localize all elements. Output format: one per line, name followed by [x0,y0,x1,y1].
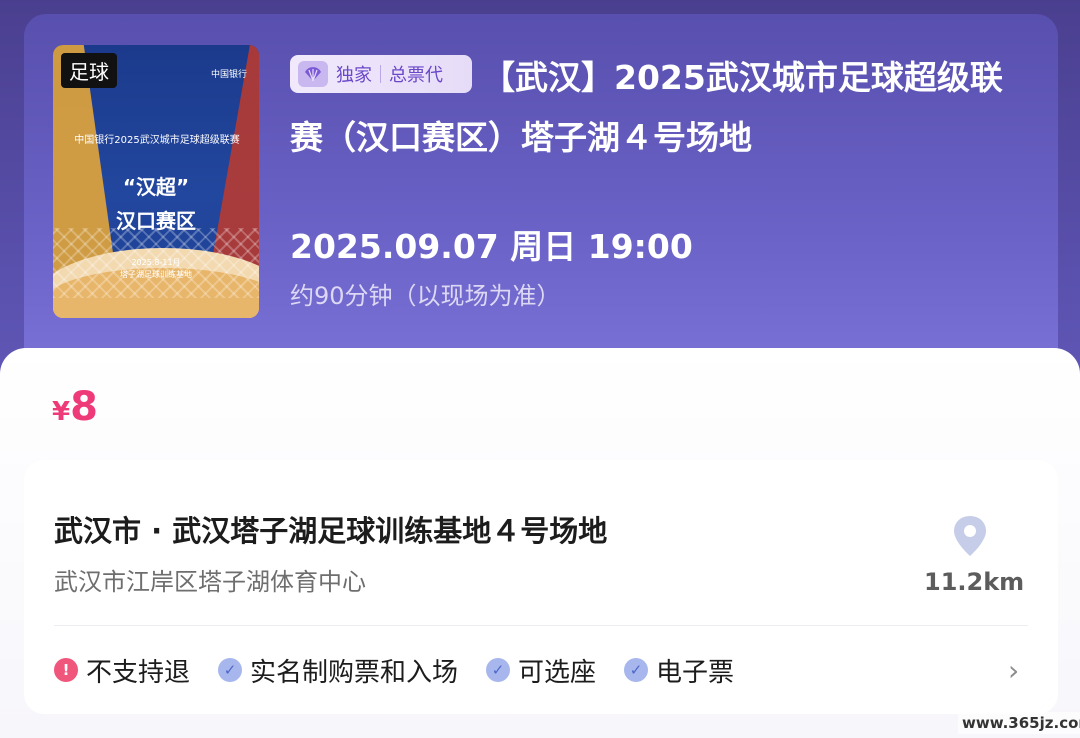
badge-agent-label: 总票代 [389,65,443,86]
venue-distance: 11.2km [924,568,1025,596]
currency-symbol: ¥ [52,397,71,427]
category-tag: 足球 [61,53,117,88]
exclusive-badge: 独家 总票代 [290,55,472,93]
tag-seat-selection: ✓ 可选座 [486,652,596,689]
bank-logo: 中国银行 [210,70,247,80]
warning-icon: ! [54,658,78,682]
check-icon: ✓ [624,658,649,682]
event-datetime: 2025.09.07 周日 19:00 [290,227,693,266]
price: ¥8 [52,384,98,430]
watermark: www.365jz.com [958,712,1080,734]
event-poster[interactable]: 足球 中国银行 中国银行2025武汉城市足球超级联赛 “汉超” 汉口赛区 202… [53,45,259,318]
badge-divider [380,65,381,83]
poster-league-name: 中国银行2025武汉城市足球超级联赛 [74,135,240,146]
tag-label: 不支持退 [86,657,191,688]
poster-venue: 塔子湖足球训练基地 [120,270,192,279]
check-icon: ✓ [486,658,511,682]
venue-address: 武汉市江岸区塔子湖体育中心 [54,568,366,596]
tag-e-ticket: ✓ 电子票 [624,652,734,689]
poster-dates: 2025.8-11月 [131,258,181,267]
poster-title-line2: 汉口赛区 [116,209,196,233]
tag-label: 可选座 [518,657,597,688]
venue-name[interactable]: 武汉市 · 武汉塔子湖足球训练基地４号场地 [54,508,607,550]
fan-logo-icon [298,61,328,87]
location-pin-icon[interactable] [950,514,990,558]
price-value: 8 [70,384,98,430]
tag-real-name: ✓ 实名制购票和入场 [218,652,458,689]
tag-no-refund: ! 不支持退 [54,652,190,689]
poster-title-line1: “汉超” [122,175,190,199]
tag-label: 电子票 [656,657,735,688]
ticket-policy-tags[interactable]: ! 不支持退 ✓ 实名制购票和入场 ✓ 可选座 ✓ 电子票 [54,650,762,690]
tag-label: 实名制购票和入场 [250,657,459,688]
badge-exclusive-label: 独家 [336,65,372,86]
check-icon: ✓ [218,658,243,682]
chevron-right-icon[interactable]: › [1008,654,1019,687]
divider [54,625,1028,626]
event-duration: 约90分钟（以现场为准） [290,282,561,310]
